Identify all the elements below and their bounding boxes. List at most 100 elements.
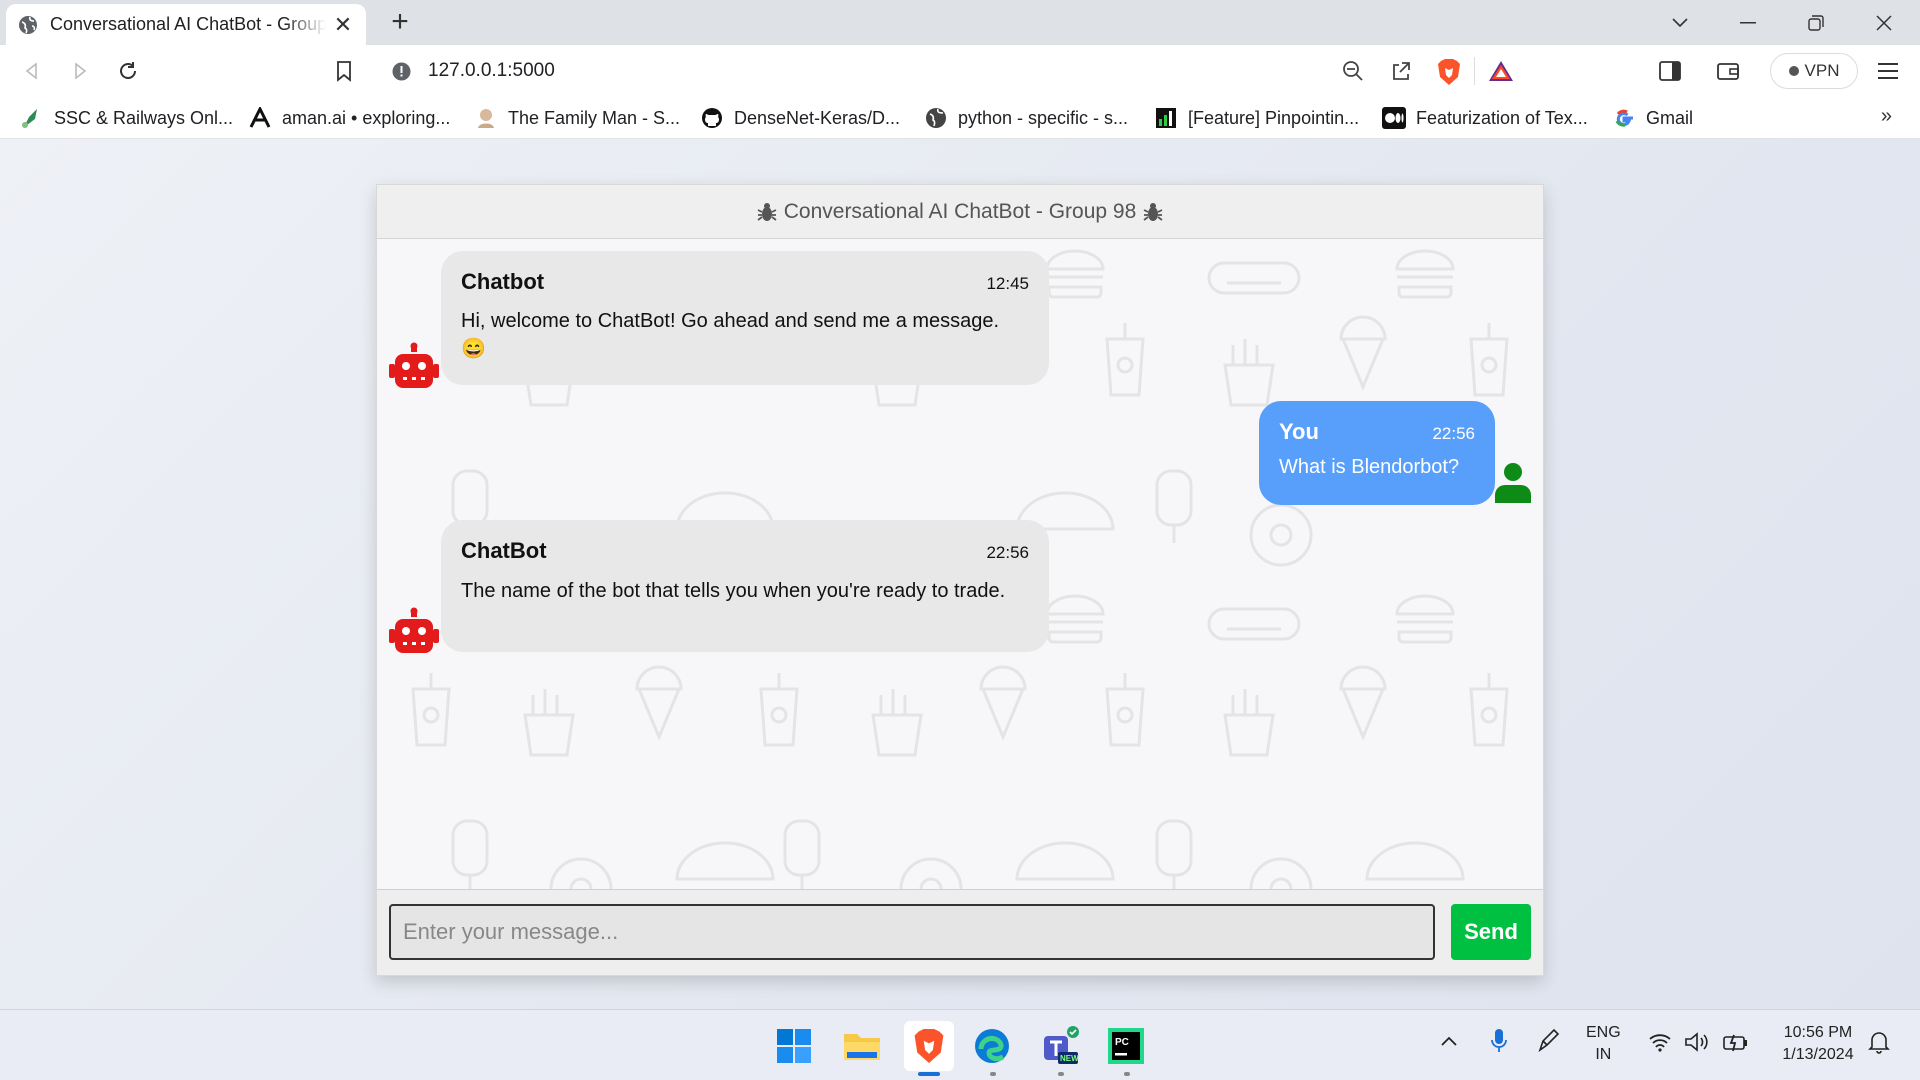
- bookmark-label: aman.ai • exploring...: [282, 107, 451, 128]
- bookmark-label: DenseNet-Keras/D...: [734, 107, 901, 128]
- language-code: ENG: [1586, 1024, 1621, 1041]
- new-tab-button[interactable]: +: [384, 6, 416, 38]
- bug-icon: [757, 202, 777, 221]
- brave-browser-icon[interactable]: [904, 1021, 954, 1071]
- clock-date: 1/13/2024: [1782, 1046, 1854, 1063]
- zoom-icon[interactable]: [1342, 60, 1364, 82]
- bookmark-item[interactable]: aman.ai • exploring...: [248, 106, 450, 130]
- more-bookmarks-icon[interactable]: »: [1881, 105, 1892, 128]
- bug-icon: [1143, 202, 1163, 221]
- message-text: Hi, welcome to ChatBot! Go ahead and sen…: [461, 310, 1000, 360]
- battery-icon[interactable]: [1722, 1032, 1748, 1059]
- bot-avatar-icon: [387, 342, 441, 396]
- chat-window: Conversational AI ChatBot - Group 98 Cha…: [376, 184, 1544, 976]
- bookmark-label: [Feature] Pinpointin...: [1188, 107, 1360, 128]
- clock-time: 10:56 PM: [1783, 1024, 1853, 1041]
- family-man-icon: [474, 106, 498, 130]
- restore-button[interactable]: [1782, 0, 1850, 45]
- aman-ai-logo-icon: [248, 106, 272, 130]
- bookmark-item[interactable]: Featurization of Tex...: [1382, 106, 1588, 130]
- active-app-indicator: [918, 1072, 940, 1076]
- bookmark-item[interactable]: The Family Man - S...: [474, 106, 680, 130]
- message-input[interactable]: [389, 904, 1435, 960]
- user-avatar-icon: [1491, 461, 1535, 505]
- teams-icon[interactable]: NEW: [1038, 1024, 1082, 1068]
- chart-icon: [1154, 106, 1178, 130]
- rocket-icon: [20, 106, 44, 130]
- browser-tab[interactable]: Conversational AI ChatBot - Group 98 ✕: [6, 4, 366, 45]
- app-indicator: [1058, 1072, 1064, 1076]
- wallet-icon[interactable]: [1714, 57, 1742, 85]
- bookmark-label: Gmail: [1646, 107, 1694, 128]
- close-window-button[interactable]: [1850, 0, 1918, 45]
- pen-icon[interactable]: [1536, 1028, 1560, 1061]
- bookmark-icon[interactable]: [330, 57, 358, 85]
- forward-arrow-icon[interactable]: [66, 57, 94, 85]
- clock[interactable]: 10:56 PM 1/13/2024: [1768, 1022, 1868, 1066]
- back-arrow-icon[interactable]: [18, 57, 46, 85]
- microphone-icon[interactable]: [1490, 1028, 1508, 1061]
- menu-icon[interactable]: [1874, 57, 1902, 85]
- show-hidden-icons-icon[interactable]: [1440, 1032, 1458, 1054]
- windows-taskbar: NEW PC ENG IN 10:56 PM 1/13/2024: [0, 1009, 1920, 1080]
- windows-start-icon[interactable]: [772, 1024, 816, 1068]
- message-sender: ChatBot: [461, 538, 547, 563]
- app-indicator: [1124, 1072, 1130, 1076]
- brave-shields-icon[interactable]: [1436, 58, 1462, 86]
- bookmark-item[interactable]: Gmail: [1612, 106, 1693, 130]
- svg-text:NEW: NEW: [1060, 1054, 1079, 1063]
- user-message-bubble: You 22:56 What is Blendorbot?: [1259, 401, 1495, 505]
- url-text: 127.0.0.1:5000: [428, 60, 555, 81]
- notification-icon[interactable]: [1868, 1030, 1890, 1061]
- message-text: What is Blendorbot?: [1279, 456, 1460, 478]
- page-viewport: Conversational AI ChatBot - Group 98 Cha…: [0, 139, 1920, 1009]
- tab-close-icon[interactable]: ✕: [332, 12, 354, 38]
- bookmark-label: The Family Man - S...: [508, 107, 681, 128]
- bot-message-bubble: Chatbot 12:45 Hi, welcome to ChatBot! Go…: [441, 251, 1049, 385]
- bookmark-label: SSC & Railways Onl...: [54, 107, 234, 128]
- tab-search-icon[interactable]: [1646, 0, 1714, 45]
- bookmark-label: python - specific - s...: [958, 107, 1129, 128]
- send-button[interactable]: Send: [1451, 904, 1531, 960]
- region-code: IN: [1595, 1046, 1612, 1063]
- message-composer: Send: [377, 889, 1543, 975]
- browser-toolbar: 127.0.0.1:5000 VPN: [0, 45, 1920, 97]
- bookmark-item[interactable]: python - specific - s...: [924, 106, 1128, 130]
- chat-header: Conversational AI ChatBot - Group 98: [377, 185, 1543, 239]
- bookmark-item[interactable]: SSC & Railways Onl...: [20, 106, 233, 130]
- chat-title: Conversational AI ChatBot - Group 98: [783, 199, 1137, 223]
- globe-icon: [19, 15, 37, 34]
- pycharm-icon[interactable]: PC: [1104, 1024, 1148, 1068]
- language-indicator[interactable]: ENG IN: [1586, 1022, 1621, 1066]
- share-icon[interactable]: [1390, 60, 1412, 82]
- edge-browser-icon[interactable]: [970, 1024, 1014, 1068]
- vpn-status-icon: [1788, 66, 1799, 76]
- github-icon: [700, 106, 724, 130]
- message-time: 22:56: [1432, 424, 1475, 443]
- tab-strip: Conversational AI ChatBot - Group 98 ✕ +: [0, 0, 1920, 45]
- message-time: 12:45: [986, 274, 1029, 293]
- wifi-icon[interactable]: [1648, 1032, 1672, 1059]
- sidebar-icon[interactable]: [1656, 57, 1684, 85]
- bookmarks-bar: SSC & Railways Onl... aman.ai • explorin…: [0, 97, 1920, 139]
- bookmark-item[interactable]: DenseNet-Keras/D...: [700, 106, 900, 130]
- vpn-button[interactable]: VPN: [1770, 53, 1858, 89]
- site-info-icon[interactable]: [392, 62, 411, 81]
- bookmark-item[interactable]: [Feature] Pinpointin...: [1154, 106, 1359, 130]
- minimize-button[interactable]: [1714, 0, 1782, 45]
- message-sender: Chatbot: [461, 269, 545, 294]
- address-bar[interactable]: 127.0.0.1:5000: [378, 51, 1538, 91]
- bookmark-label: Featurization of Tex...: [1416, 107, 1588, 128]
- svg-text:PC: PC: [1115, 1037, 1129, 1048]
- brave-rewards-icon[interactable]: [1488, 60, 1514, 82]
- tab-title: Conversational AI ChatBot - Group 98: [50, 14, 326, 34]
- volume-icon[interactable]: [1684, 1032, 1710, 1059]
- bot-avatar-icon: [387, 607, 441, 661]
- reload-icon[interactable]: [114, 57, 142, 85]
- bot-message-bubble: ChatBot 22:56 The name of the bot that t…: [441, 520, 1049, 652]
- medium-icon: [1382, 106, 1406, 130]
- google-icon: [1612, 106, 1636, 130]
- message-text: The name of the bot that tells you when …: [461, 580, 1006, 602]
- file-explorer-icon[interactable]: [840, 1024, 884, 1068]
- chat-messages[interactable]: Chatbot 12:45 Hi, welcome to ChatBot! Go…: [377, 239, 1543, 889]
